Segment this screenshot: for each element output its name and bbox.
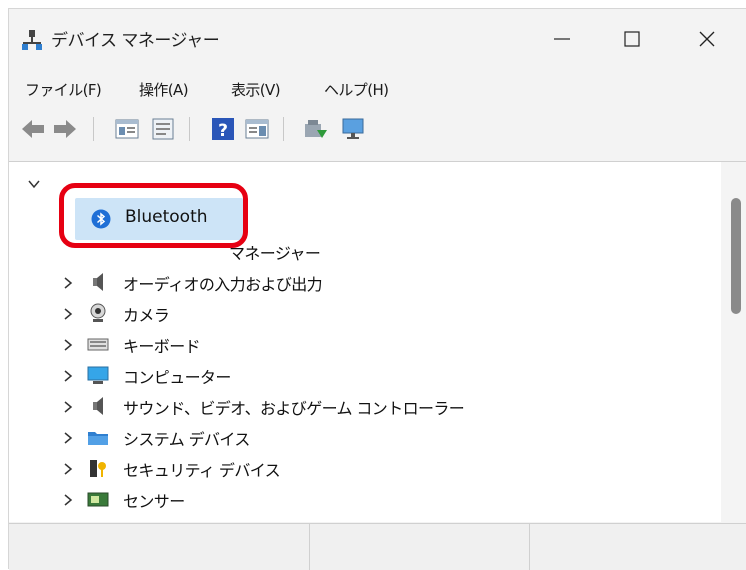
folder-icon: [87, 427, 109, 447]
toolbar-separator: [283, 117, 284, 141]
minimize-icon: [554, 38, 570, 40]
menu-bar: ファイル(F) 操作(A) 表示(V) ヘルプ(H): [9, 73, 746, 107]
menu-action[interactable]: 操作(A): [139, 79, 189, 100]
svg-text:?: ?: [218, 121, 228, 141]
menu-help[interactable]: ヘルプ(H): [324, 79, 389, 100]
device-tree: Bluetooth マネージャー オーディオの入力および出力 カメラ キーボード…: [9, 161, 721, 522]
forward-arrow-icon: [54, 120, 76, 138]
forward-button[interactable]: [51, 115, 79, 143]
toolbar: ?: [9, 109, 746, 153]
tree-item-keyboard[interactable]: キーボード: [9, 329, 709, 360]
tree-item-label: センサー: [123, 492, 185, 511]
tree-item-label: カメラ: [123, 306, 170, 325]
maximize-icon: [624, 31, 640, 47]
status-divider: [309, 524, 310, 570]
device-manager-window: デバイス マネージャー ファイル(F) 操作(A) 表示(V) ヘルプ(H) ?…: [8, 8, 746, 570]
tree-item-label: オーディオの入力および出力: [123, 275, 323, 294]
speaker-icon: [87, 396, 109, 416]
action-pane-icon: [245, 119, 269, 139]
window-title: デバイス マネージャー: [51, 31, 220, 51]
close-button[interactable]: [684, 19, 730, 59]
status-bar: [9, 523, 746, 570]
tree-item-label: マネージャー: [229, 244, 321, 263]
device-manager-icon: [21, 29, 43, 51]
menu-file[interactable]: ファイル(F): [25, 79, 102, 100]
tree-item-label: システム デバイス: [123, 430, 250, 449]
tree-item-security-devices[interactable]: セキュリティ デバイス: [9, 453, 709, 484]
toolbar-separator: [93, 117, 94, 141]
tree-item-audio[interactable]: オーディオの入力および出力: [9, 267, 709, 298]
speaker-icon: [87, 272, 109, 292]
tree-item-camera[interactable]: カメラ: [9, 298, 709, 329]
back-button[interactable]: [19, 115, 47, 143]
update-driver-icon: [305, 120, 327, 138]
chevron-right-icon[interactable]: [61, 399, 75, 413]
tree-item-sensors[interactable]: センサー: [9, 484, 709, 515]
vertical-scrollbar[interactable]: [721, 161, 746, 522]
show-hide-console-tree-button[interactable]: [113, 115, 141, 143]
chevron-right-icon[interactable]: [61, 306, 75, 320]
tree-item-sound-video-game[interactable]: サウンド、ビデオ、およびゲーム コントローラー: [9, 391, 709, 422]
update-driver-button[interactable]: [301, 115, 329, 143]
chevron-down-icon[interactable]: [27, 176, 41, 190]
console-tree-icon: [115, 119, 139, 139]
chevron-right-icon[interactable]: [61, 275, 75, 289]
properties-button[interactable]: [149, 115, 177, 143]
help-icon: ?: [212, 118, 234, 141]
close-icon: [699, 31, 715, 47]
scan-hardware-icon: [342, 118, 364, 139]
back-arrow-icon: [22, 120, 44, 138]
tree-item-label: コンピューター: [123, 368, 231, 387]
tree-item-label: セキュリティ デバイス: [123, 461, 281, 480]
status-divider: [529, 524, 530, 570]
tree-item-label: キーボード: [123, 337, 201, 356]
toolbar-separator: [189, 117, 190, 141]
help-button[interactable]: ?: [209, 115, 237, 143]
action-pane-button[interactable]: [243, 115, 271, 143]
maximize-button[interactable]: [609, 19, 655, 59]
chevron-right-icon[interactable]: [61, 492, 75, 506]
sensor-icon: [87, 489, 109, 509]
keyboard-icon: [87, 334, 109, 354]
menu-view[interactable]: 表示(V): [231, 79, 281, 100]
tree-item-computer[interactable]: コンピューター: [9, 360, 709, 391]
title-bar: デバイス マネージャー: [9, 9, 746, 69]
scrollbar-thumb[interactable]: [731, 198, 741, 314]
chevron-right-icon[interactable]: [61, 337, 75, 351]
webcam-icon: [87, 303, 109, 323]
chevron-right-icon[interactable]: [61, 368, 75, 382]
minimize-button[interactable]: [539, 19, 585, 59]
monitor-icon: [87, 365, 109, 385]
tree-item-system-devices[interactable]: システム デバイス: [9, 422, 709, 453]
tree-item-partial[interactable]: マネージャー: [9, 236, 709, 267]
security-key-icon: [87, 458, 109, 478]
scan-hardware-button[interactable]: [339, 115, 367, 143]
tree-item-label: サウンド、ビデオ、およびゲーム コントローラー: [123, 399, 465, 418]
chevron-right-icon[interactable]: [61, 430, 75, 444]
properties-icon: [152, 118, 174, 140]
chevron-right-icon[interactable]: [61, 461, 75, 475]
